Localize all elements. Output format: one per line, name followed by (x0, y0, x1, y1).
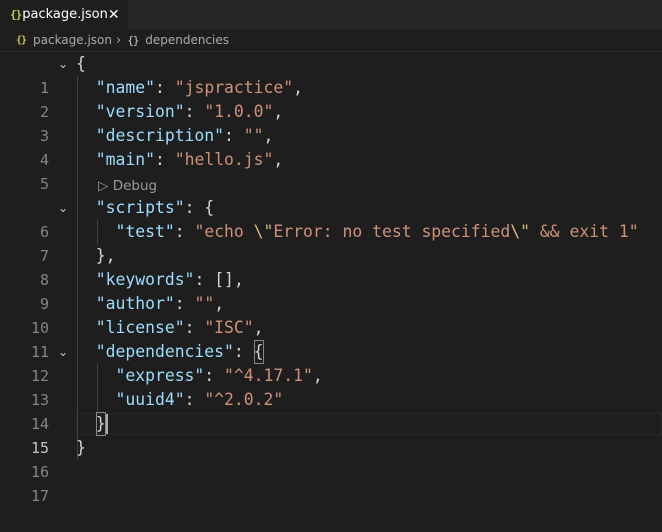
json-key: "description" (95, 126, 225, 145)
json-value: "ISC" (204, 318, 254, 337)
json-key: "name" (95, 78, 155, 97)
json-key: "keywords" (95, 270, 195, 289)
breadcrumb-file[interactable]: package.json (33, 33, 112, 47)
code-line: 14 "uuid4": "^2.0.2" (0, 388, 662, 433)
matching-bracket: } (95, 412, 106, 436)
code-line: 15 } (0, 412, 662, 457)
tab-package-json[interactable]: {} package.json ✕ (0, 0, 128, 29)
breadcrumb: {} package.json › {} dependencies (0, 29, 662, 52)
code-line: 1 ⌄ { (0, 52, 662, 97)
json-value: && exit 1" (530, 222, 639, 241)
json-value: "jspractice" (174, 78, 294, 97)
fold-chevron-icon[interactable]: ⌄ (58, 52, 68, 76)
object-icon: {} (127, 33, 139, 47)
json-key: "dependencies" (95, 342, 234, 361)
json-value: [] (214, 270, 234, 289)
json-value: Error: no test specified (273, 222, 511, 241)
code-line: 13 "express": "^4.17.1", (0, 364, 662, 409)
fold-chevron-icon[interactable]: ⌄ (58, 340, 68, 364)
tab-bar: {} package.json ✕ (0, 0, 662, 29)
code-line: 3 "version": "1.0.0", (0, 100, 662, 145)
brace: }, (95, 246, 116, 265)
json-value: "" (243, 126, 264, 145)
code-line: 4 "description": "", (0, 124, 662, 169)
brace: } (76, 438, 86, 457)
code-editor[interactable]: ▷ Debug 1 ⌄ { 2 "name": "jspractice", 3 … (0, 52, 662, 505)
text-cursor (106, 414, 108, 434)
json-key: "express" (115, 366, 205, 385)
json-key: "test" (115, 222, 175, 241)
json-value: "" (194, 294, 215, 313)
code-line: 17 (0, 460, 662, 505)
chevron-right-icon: › (116, 32, 122, 48)
json-file-icon: {} (16, 34, 27, 46)
json-value: "hello.js" (174, 150, 274, 169)
debug-codelens[interactable]: ▷ Debug (98, 176, 157, 196)
close-icon[interactable]: ✕ (108, 7, 120, 23)
fold-chevron-icon[interactable]: ⌄ (58, 196, 68, 220)
code-line: 16 } (0, 436, 662, 481)
code-line: 7 "test": "echo \"Error: no test specifi… (0, 220, 662, 265)
json-key: "version" (95, 102, 185, 121)
code-line: 11 "license": "ISC", (0, 316, 662, 361)
brace: { (76, 54, 86, 73)
line-number: 5 (39, 175, 49, 193)
debug-label: Debug (112, 178, 158, 194)
play-icon: ▷ (98, 178, 109, 194)
escape-sequence: \" (253, 222, 274, 241)
breadcrumb-node[interactable]: dependencies (145, 33, 229, 47)
code-line: 8 }, (0, 244, 662, 289)
code-line: 5 "main": "hello.js", (0, 148, 662, 193)
json-value: "^2.0.2" (204, 390, 284, 409)
json-key: "license" (95, 318, 185, 337)
json-value: "echo (194, 222, 254, 241)
json-key: "scripts" (95, 198, 185, 217)
code-line: 9 "keywords": [], (0, 268, 662, 313)
json-key: "uuid4" (115, 390, 185, 409)
code-line: 12 ⌄ "dependencies": { (0, 340, 662, 385)
json-value: "^4.17.1" (224, 366, 313, 385)
code-line: 10 "author": "", (0, 292, 662, 337)
escape-sequence: \" (510, 222, 531, 241)
matching-bracket: { (253, 340, 264, 364)
code-line: 6 ⌄ "scripts": { (0, 196, 662, 241)
json-file-icon: {} (10, 8, 22, 21)
json-key: "main" (95, 150, 155, 169)
code-line: 2 "name": "jspractice", (0, 76, 662, 121)
line-number: 17 (30, 487, 49, 505)
json-value: "1.0.0" (204, 102, 274, 121)
tab-label: package.json (22, 7, 108, 22)
json-key: "author" (95, 294, 175, 313)
